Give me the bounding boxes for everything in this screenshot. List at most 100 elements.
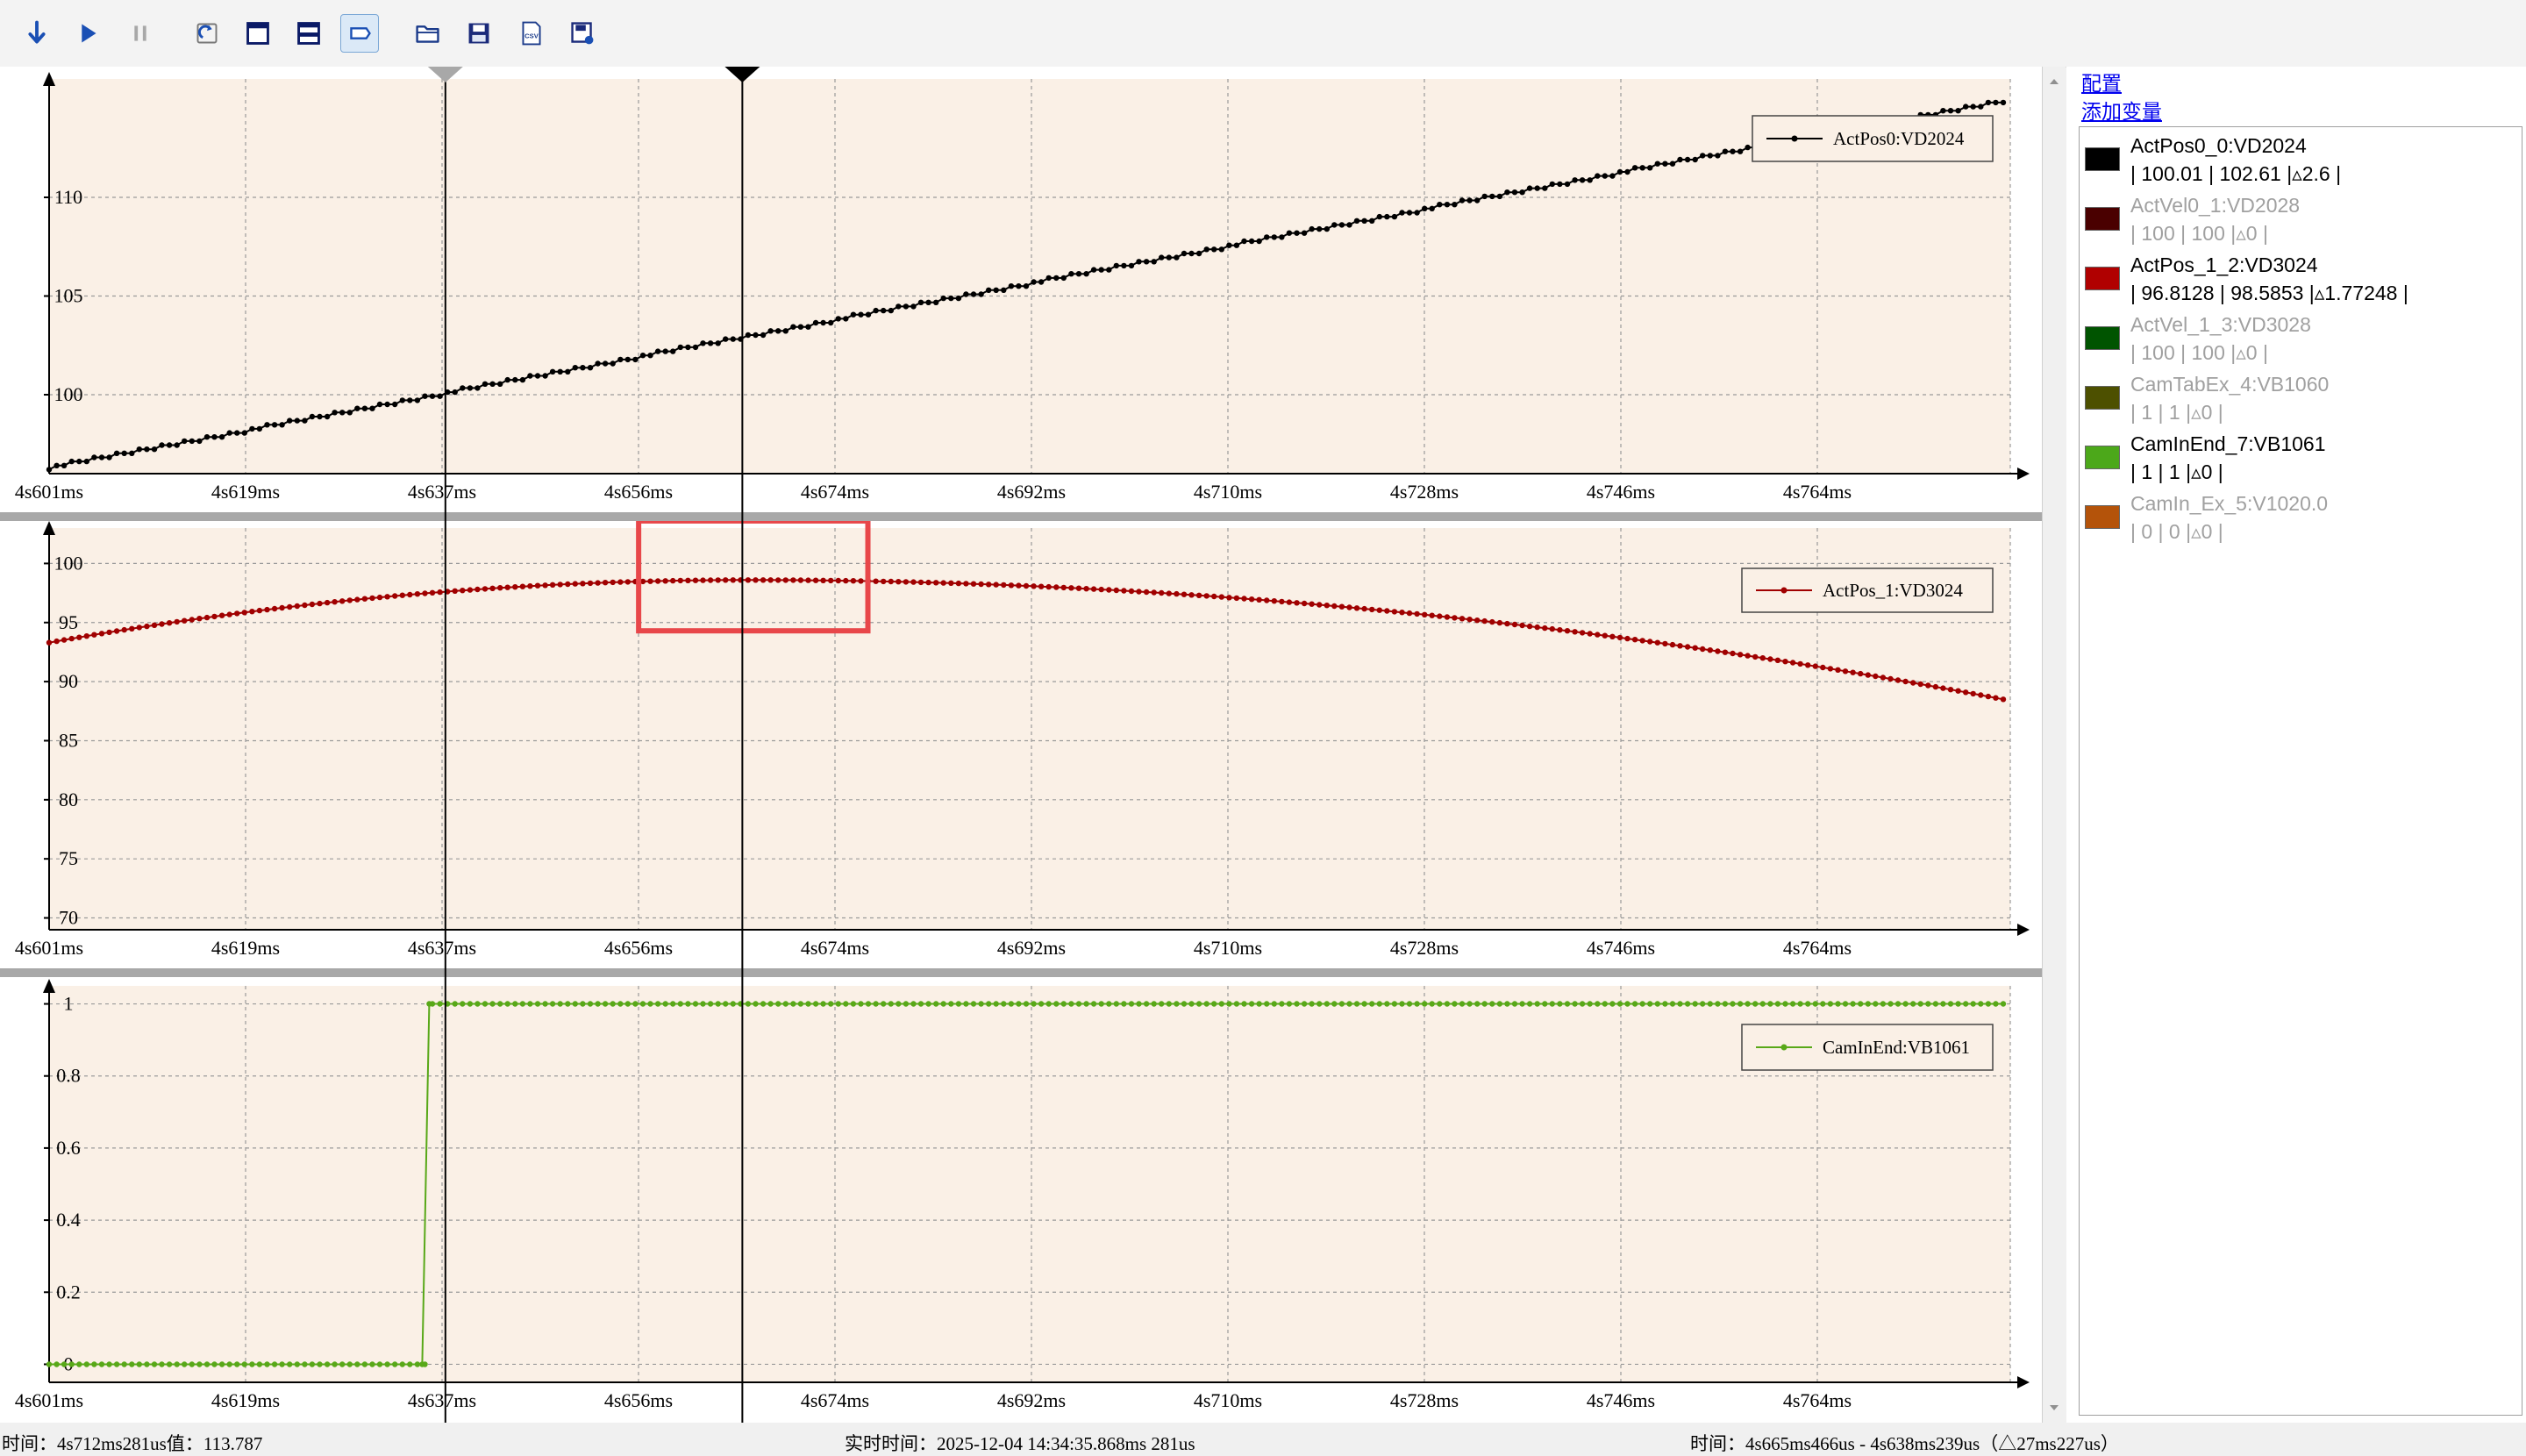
data-point bbox=[1083, 1001, 1089, 1007]
data-point bbox=[1504, 1001, 1510, 1007]
data-point bbox=[858, 578, 864, 584]
x-tick-label: 4s728ms bbox=[1390, 481, 1459, 503]
color-swatch[interactable] bbox=[2085, 446, 2120, 469]
data-point bbox=[1331, 222, 1338, 228]
open-folder-button[interactable] bbox=[409, 14, 447, 53]
save-disk-button[interactable] bbox=[460, 14, 498, 53]
data-point bbox=[820, 577, 826, 583]
export-csv-button[interactable]: CSV bbox=[512, 14, 551, 53]
variable-item[interactable]: CamIn_Ex_5:V1020.0 | 0 | 0 |▵0 | bbox=[2085, 492, 2518, 552]
data-point bbox=[1609, 1001, 1616, 1007]
trace-charts-svg[interactable]: 100 105 110 4s601ms 4s619ms 4s637ms 4s656ms 4s6… bbox=[0, 67, 2042, 1423]
scroll-up-arrow-icon[interactable] bbox=[2043, 70, 2066, 93]
variable-item[interactable]: ActVel0_1:VD2028 | 100 | 100 |▵0 | bbox=[2085, 194, 2518, 253]
data-point bbox=[1159, 589, 1165, 596]
data-point bbox=[294, 603, 300, 610]
data-point bbox=[1587, 177, 1593, 183]
data-point bbox=[287, 603, 293, 610]
data-point bbox=[624, 1001, 631, 1007]
data-point bbox=[460, 588, 466, 594]
data-point bbox=[1662, 1001, 1668, 1007]
legend-label: ActPos_1:VD3024 bbox=[1823, 580, 1963, 601]
data-point bbox=[1233, 242, 1240, 248]
data-point bbox=[1083, 271, 1089, 277]
data-point bbox=[557, 582, 563, 588]
scroll-down-arrow-icon[interactable] bbox=[2043, 1396, 2066, 1419]
data-point bbox=[1384, 1001, 1390, 1007]
data-point bbox=[1256, 1001, 1262, 1007]
split-window-button[interactable] bbox=[289, 14, 328, 53]
single-window-button[interactable] bbox=[239, 14, 277, 53]
data-point bbox=[519, 1001, 526, 1007]
data-point bbox=[1692, 156, 1698, 163]
data-point bbox=[1083, 586, 1089, 592]
config-link[interactable]: 配置 bbox=[2081, 67, 2122, 96]
data-point bbox=[1399, 210, 1405, 216]
data-point bbox=[730, 577, 736, 583]
data-point bbox=[775, 577, 781, 583]
download-arrow-button[interactable] bbox=[18, 14, 56, 53]
data-point bbox=[767, 1001, 774, 1007]
data-point bbox=[1211, 1001, 1217, 1007]
data-point bbox=[1286, 1001, 1293, 1007]
data-point bbox=[1286, 230, 1293, 236]
data-point bbox=[1865, 672, 1871, 678]
data-point bbox=[677, 344, 683, 351]
data-point bbox=[76, 1361, 82, 1367]
data-point bbox=[1136, 259, 1142, 265]
data-point bbox=[1016, 1001, 1022, 1007]
x-tick-label: 4s746ms bbox=[1587, 481, 1655, 503]
data-point bbox=[1947, 108, 1954, 114]
color-swatch[interactable] bbox=[2085, 207, 2120, 231]
data-point bbox=[256, 1361, 263, 1367]
variable-item[interactable]: ActVel_1_3:VD3028 | 100 | 100 |▵0 | bbox=[2085, 313, 2518, 373]
data-point bbox=[1602, 173, 1609, 179]
data-point bbox=[1993, 1001, 1999, 1007]
data-point bbox=[1932, 683, 1939, 690]
label-tag-button[interactable] bbox=[340, 14, 379, 53]
x-tick-label: 4s656ms bbox=[604, 1389, 673, 1411]
color-swatch[interactable] bbox=[2085, 267, 2120, 290]
chart-legend: ActPos0:VD2024 bbox=[1752, 115, 1994, 162]
refresh-link-button[interactable] bbox=[188, 14, 226, 53]
variable-item[interactable]: CamTabEx_4:VB1060 | 1 | 1 |▵0 | bbox=[2085, 373, 2518, 432]
save-settings-button[interactable] bbox=[563, 14, 602, 53]
data-point bbox=[610, 1001, 616, 1007]
legend-marker bbox=[1791, 135, 1798, 142]
data-point bbox=[557, 368, 563, 375]
data-point bbox=[1985, 1001, 1992, 1007]
data-point bbox=[1361, 1001, 1367, 1007]
pause-button[interactable] bbox=[121, 14, 160, 53]
variable-item[interactable]: CamInEnd_7:VB1061 | 1 | 1 |▵0 | bbox=[2085, 432, 2518, 492]
variable-item[interactable]: ActPos_1_2:VD3024 | 96.8128 | 98.5853 |▵1… bbox=[2085, 253, 2518, 313]
data-point bbox=[1624, 1001, 1630, 1007]
trace-chart-area[interactable]: 100 105 110 4s601ms 4s619ms 4s637ms 4s656ms 4s6… bbox=[0, 67, 2043, 1423]
data-point bbox=[805, 577, 811, 583]
data-point bbox=[1925, 682, 1931, 689]
data-point bbox=[309, 413, 316, 420]
color-swatch[interactable] bbox=[2085, 147, 2120, 171]
play-button[interactable] bbox=[68, 14, 107, 53]
data-point bbox=[1767, 1001, 1773, 1007]
data-point bbox=[896, 579, 902, 585]
data-point bbox=[1121, 262, 1127, 269]
variable-item[interactable]: ActPos0_0:VD2024 | 100.01 | 102.61 |▵2.6 … bbox=[2085, 134, 2518, 194]
color-swatch[interactable] bbox=[2085, 386, 2120, 410]
variable-panel: 配置 添加变量 ActPos0_0:VD2024 | 100.01 | 102.6… bbox=[2066, 67, 2526, 1423]
data-point bbox=[1684, 1001, 1691, 1007]
data-point bbox=[1166, 590, 1173, 596]
data-point bbox=[790, 1001, 796, 1007]
add-variable-link[interactable]: 添加变量 bbox=[2081, 95, 2162, 125]
data-point bbox=[1865, 1001, 1871, 1007]
color-swatch[interactable] bbox=[2085, 326, 2120, 350]
variable-name: CamInEnd_7:VB1061 bbox=[2130, 432, 2326, 455]
data-point bbox=[1166, 1001, 1173, 1007]
data-point bbox=[730, 1001, 736, 1007]
data-point bbox=[1616, 168, 1623, 175]
color-swatch[interactable] bbox=[2085, 505, 2120, 529]
data-point bbox=[54, 638, 60, 645]
data-point bbox=[549, 368, 556, 375]
vertical-scrollbar[interactable] bbox=[2042, 67, 2066, 1423]
data-point bbox=[1338, 222, 1345, 228]
y-tick-label: 110 bbox=[54, 186, 82, 208]
